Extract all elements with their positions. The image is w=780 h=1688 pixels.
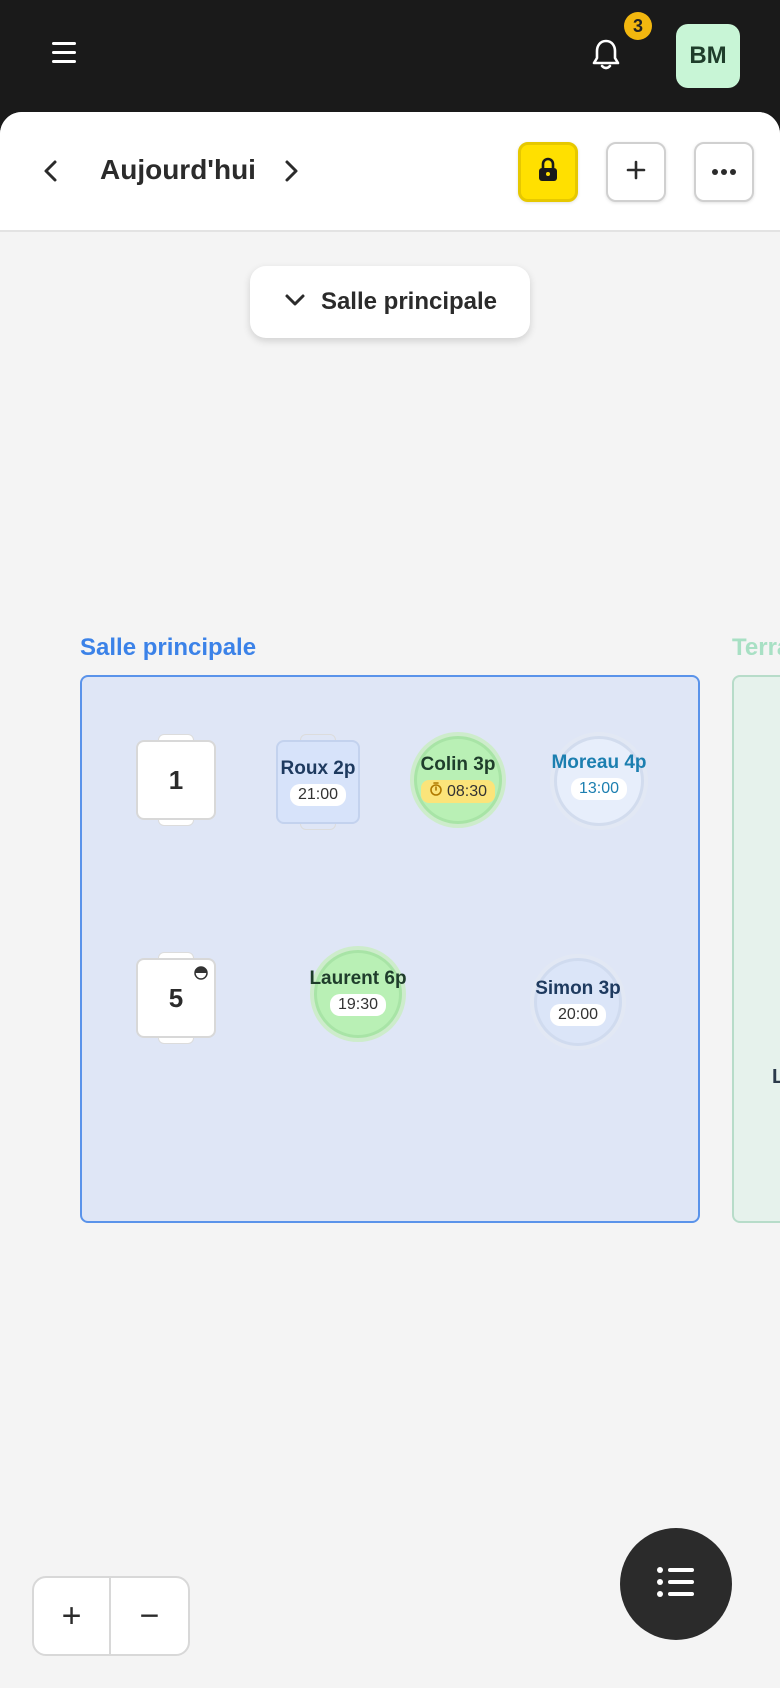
table-info: Simon 3p 20:00 xyxy=(504,978,652,1026)
reservation-time: 13:00 xyxy=(570,778,628,800)
table-moreau[interactable]: Moreau 4p 13:00 xyxy=(551,736,647,826)
table-info: Laurent 6p 19:30 xyxy=(284,968,432,1016)
chevron-down-icon xyxy=(283,292,307,313)
menu-icon[interactable] xyxy=(52,42,84,68)
add-button[interactable] xyxy=(606,142,666,202)
late-time-chip: 08:30 xyxy=(420,780,496,803)
plus-icon xyxy=(625,159,647,186)
avatar[interactable]: BM xyxy=(676,24,740,88)
room-selector[interactable]: Salle principale xyxy=(250,266,530,338)
table-5[interactable]: 5 xyxy=(136,952,216,1044)
reservation-time: 20:00 xyxy=(549,1004,607,1026)
lock-icon xyxy=(536,157,560,188)
more-icon xyxy=(711,163,737,181)
table-label: 1 xyxy=(136,740,216,820)
lock-button[interactable] xyxy=(518,142,578,202)
more-button[interactable] xyxy=(694,142,754,202)
table-info: Colin 3p 08:30 xyxy=(394,754,522,803)
reservation-time: 08:30 xyxy=(446,782,488,800)
room-title: Salle principale xyxy=(80,634,257,661)
list-view-button[interactable] xyxy=(620,1528,732,1640)
zoom-controls: + − xyxy=(32,1576,190,1656)
list-icon xyxy=(656,1565,696,1604)
room-selector-label: Salle principale xyxy=(320,288,498,315)
main-sheet: Aujourd'hui Salle principale Salle princ… xyxy=(0,112,780,1688)
room2-area[interactable] xyxy=(732,675,780,1223)
table-roux[interactable]: Roux 2p 21:00 xyxy=(276,734,360,830)
room2-table-partial: L xyxy=(772,1066,780,1088)
reservation-name: Laurent 6p xyxy=(309,968,407,989)
reservation-time: 21:00 xyxy=(289,784,347,806)
reservation-name: Roux 2p xyxy=(280,758,356,779)
reservation-name: Simon 3p xyxy=(535,978,621,999)
bell-icon[interactable] xyxy=(590,38,626,74)
zoom-in-button[interactable]: + xyxy=(34,1578,111,1654)
reservation-name: Moreau 4p xyxy=(551,752,647,773)
table-simon[interactable]: Simon 3p 20:00 xyxy=(534,958,622,1046)
half-circle-icon xyxy=(194,966,208,985)
top-bar: 3 BM xyxy=(0,0,780,112)
table-laurent[interactable]: Laurent 6p 19:30 xyxy=(309,950,407,1038)
zoom-out-button[interactable]: − xyxy=(111,1578,188,1654)
room2-title: Terra xyxy=(732,634,780,661)
notification-badge: 3 xyxy=(624,12,652,40)
table-colin[interactable]: Colin 3p 08:30 xyxy=(414,736,502,824)
table-body: Roux 2p 21:00 xyxy=(276,740,360,824)
chevron-right-icon[interactable] xyxy=(276,156,306,186)
timer-icon xyxy=(429,782,443,801)
date-label[interactable]: Aujourd'hui xyxy=(100,154,256,186)
table-1[interactable]: 1 xyxy=(136,734,216,826)
chevron-left-icon[interactable] xyxy=(36,156,66,186)
date-header: Aujourd'hui xyxy=(0,112,780,232)
reservation-time: 19:30 xyxy=(329,994,387,1016)
reservation-name: Colin 3p xyxy=(420,754,496,775)
table-info: Moreau 4p 13:00 xyxy=(524,752,674,800)
